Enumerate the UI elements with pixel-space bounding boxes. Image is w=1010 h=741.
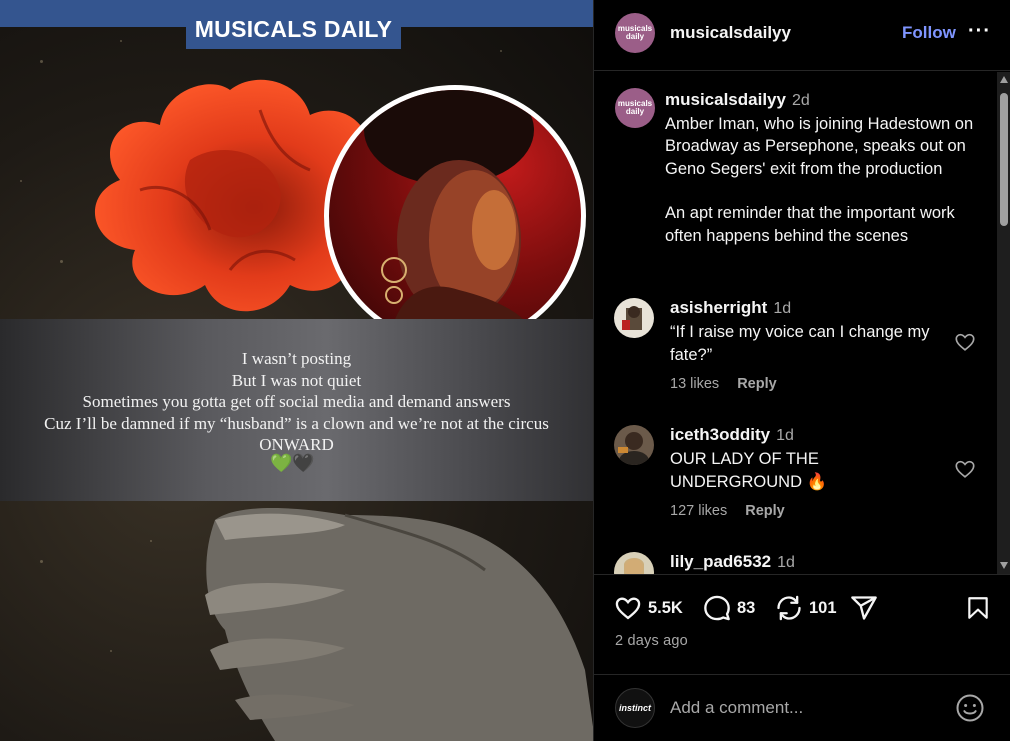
- caption-author-avatar[interactable]: musicals daily: [615, 88, 655, 128]
- post-header: musicals daily musicalsdailyy Follow ···: [594, 0, 1010, 71]
- comment-time: 1d: [773, 300, 792, 317]
- author-avatar[interactable]: musicals daily: [615, 13, 655, 53]
- caption-line: But I was not quiet: [231, 370, 362, 390]
- comment-meta: 13 likes Reply: [670, 376, 791, 392]
- comment-button[interactable]: 83: [703, 594, 755, 622]
- commenter-avatar-illustration: [622, 306, 642, 330]
- repost-button[interactable]: 101: [775, 594, 837, 622]
- reply-button[interactable]: Reply: [745, 503, 785, 519]
- comment-composer: instinct: [594, 676, 1010, 741]
- heart-icon: [615, 597, 641, 620]
- portrait-photo: [324, 85, 586, 347]
- commenter-avatar[interactable]: [614, 425, 654, 465]
- comment-meta: 127 likes Reply: [670, 503, 799, 519]
- image-caption: I wasn’t posting But I was not quiet Som…: [0, 348, 593, 456]
- dust-speck: [110, 650, 112, 652]
- post-date[interactable]: 2 days ago: [615, 633, 688, 649]
- portrait-illustration: [364, 90, 539, 342]
- share-button[interactable]: [849, 594, 879, 622]
- banner-title: MUSICALS DAILY: [186, 9, 401, 49]
- comment-likes[interactable]: 127 likes: [670, 503, 727, 519]
- comment-time: 1d: [776, 427, 794, 444]
- dust-speck: [60, 260, 63, 263]
- scrollbar-thumb[interactable]: [1000, 93, 1008, 226]
- like-button[interactable]: 5.5K: [614, 594, 683, 622]
- avatar-text: daily: [625, 107, 645, 116]
- comment-text: OUR LADY OF THE UNDERGROUND 🔥: [670, 450, 828, 491]
- current-user-avatar[interactable]: instinct: [615, 688, 655, 728]
- post-side-panel: musicals daily musicalsdailyy Follow ···…: [593, 0, 1010, 741]
- follow-button[interactable]: Follow: [902, 23, 956, 43]
- hand-illustration: [205, 508, 593, 741]
- repost-icon: [777, 595, 801, 621]
- dust-speck: [150, 540, 152, 542]
- commenter-avatar-illustration: [618, 432, 649, 465]
- repost-count: 101: [809, 598, 837, 617]
- comment-username-text[interactable]: iceth3oddity: [670, 425, 770, 444]
- dust-speck: [120, 40, 122, 42]
- post-caption: musicalsdailyy 2d Amber Iman, who is join…: [665, 89, 985, 247]
- heart-emojis: 💚🖤: [270, 453, 315, 473]
- post-image: MUSICALS DAILY I wasn’t posting But I wa…: [0, 0, 593, 741]
- send-icon: [851, 596, 877, 620]
- more-options-icon[interactable]: ···: [968, 20, 991, 43]
- reply-button[interactable]: Reply: [737, 376, 777, 392]
- caption-line: I wasn’t posting: [241, 349, 352, 368]
- comment-username-text[interactable]: asisherright: [670, 298, 767, 317]
- emoji-icon[interactable]: [955, 693, 985, 723]
- comment-time: 1d: [777, 554, 795, 571]
- comment-username[interactable]: lily_pad6532 1d: [670, 552, 795, 572]
- scroll-up-icon[interactable]: [1000, 76, 1008, 83]
- like-count: 5.5K: [648, 598, 683, 617]
- comment-input[interactable]: [670, 694, 940, 722]
- dust-speck: [500, 50, 502, 52]
- commenter-avatar-illustration: [624, 558, 644, 574]
- caption-time: 2d: [791, 92, 810, 109]
- comments-scrollbar[interactable]: [997, 72, 1010, 574]
- caption-paragraph: An apt reminder that the important work …: [665, 204, 955, 245]
- comment-bubble-icon: [704, 595, 730, 621]
- comment-username[interactable]: asisherright 1d: [670, 298, 791, 318]
- comments-list[interactable]: musicals daily musicalsdailyy 2d Amber Im…: [594, 72, 1010, 575]
- post-actions: 5.5K 83 101 2 days ago: [594, 575, 1010, 675]
- save-button[interactable]: [965, 594, 991, 622]
- scroll-down-icon[interactable]: [1000, 562, 1008, 569]
- caption-line: Cuz I’ll be damned if my “husband” is a …: [44, 413, 549, 433]
- comment-likes[interactable]: 13 likes: [670, 376, 719, 392]
- commenter-avatar[interactable]: [614, 298, 654, 338]
- author-username[interactable]: musicalsdailyy: [670, 23, 791, 43]
- heart-icon[interactable]: [954, 331, 976, 353]
- dust-speck: [40, 60, 43, 63]
- dust-speck: [20, 180, 22, 182]
- comment-count: 83: [737, 598, 756, 617]
- avatar-text: daily: [625, 32, 645, 41]
- bookmark-icon: [968, 597, 988, 619]
- caption-username[interactable]: musicalsdailyy: [665, 90, 786, 109]
- heart-icon[interactable]: [954, 458, 976, 480]
- comment-username-text[interactable]: lily_pad6532: [670, 552, 771, 571]
- caption-line: Sometimes you gotta get off social media…: [82, 392, 511, 411]
- comment-text: “If I raise my voice can I change my fat…: [670, 323, 930, 364]
- caption-paragraph: Amber Iman, who is joining Hadestown on …: [665, 114, 974, 178]
- commenter-avatar[interactable]: [614, 552, 654, 574]
- comment-username[interactable]: iceth3oddity 1d: [670, 425, 794, 445]
- dust-speck: [40, 560, 43, 563]
